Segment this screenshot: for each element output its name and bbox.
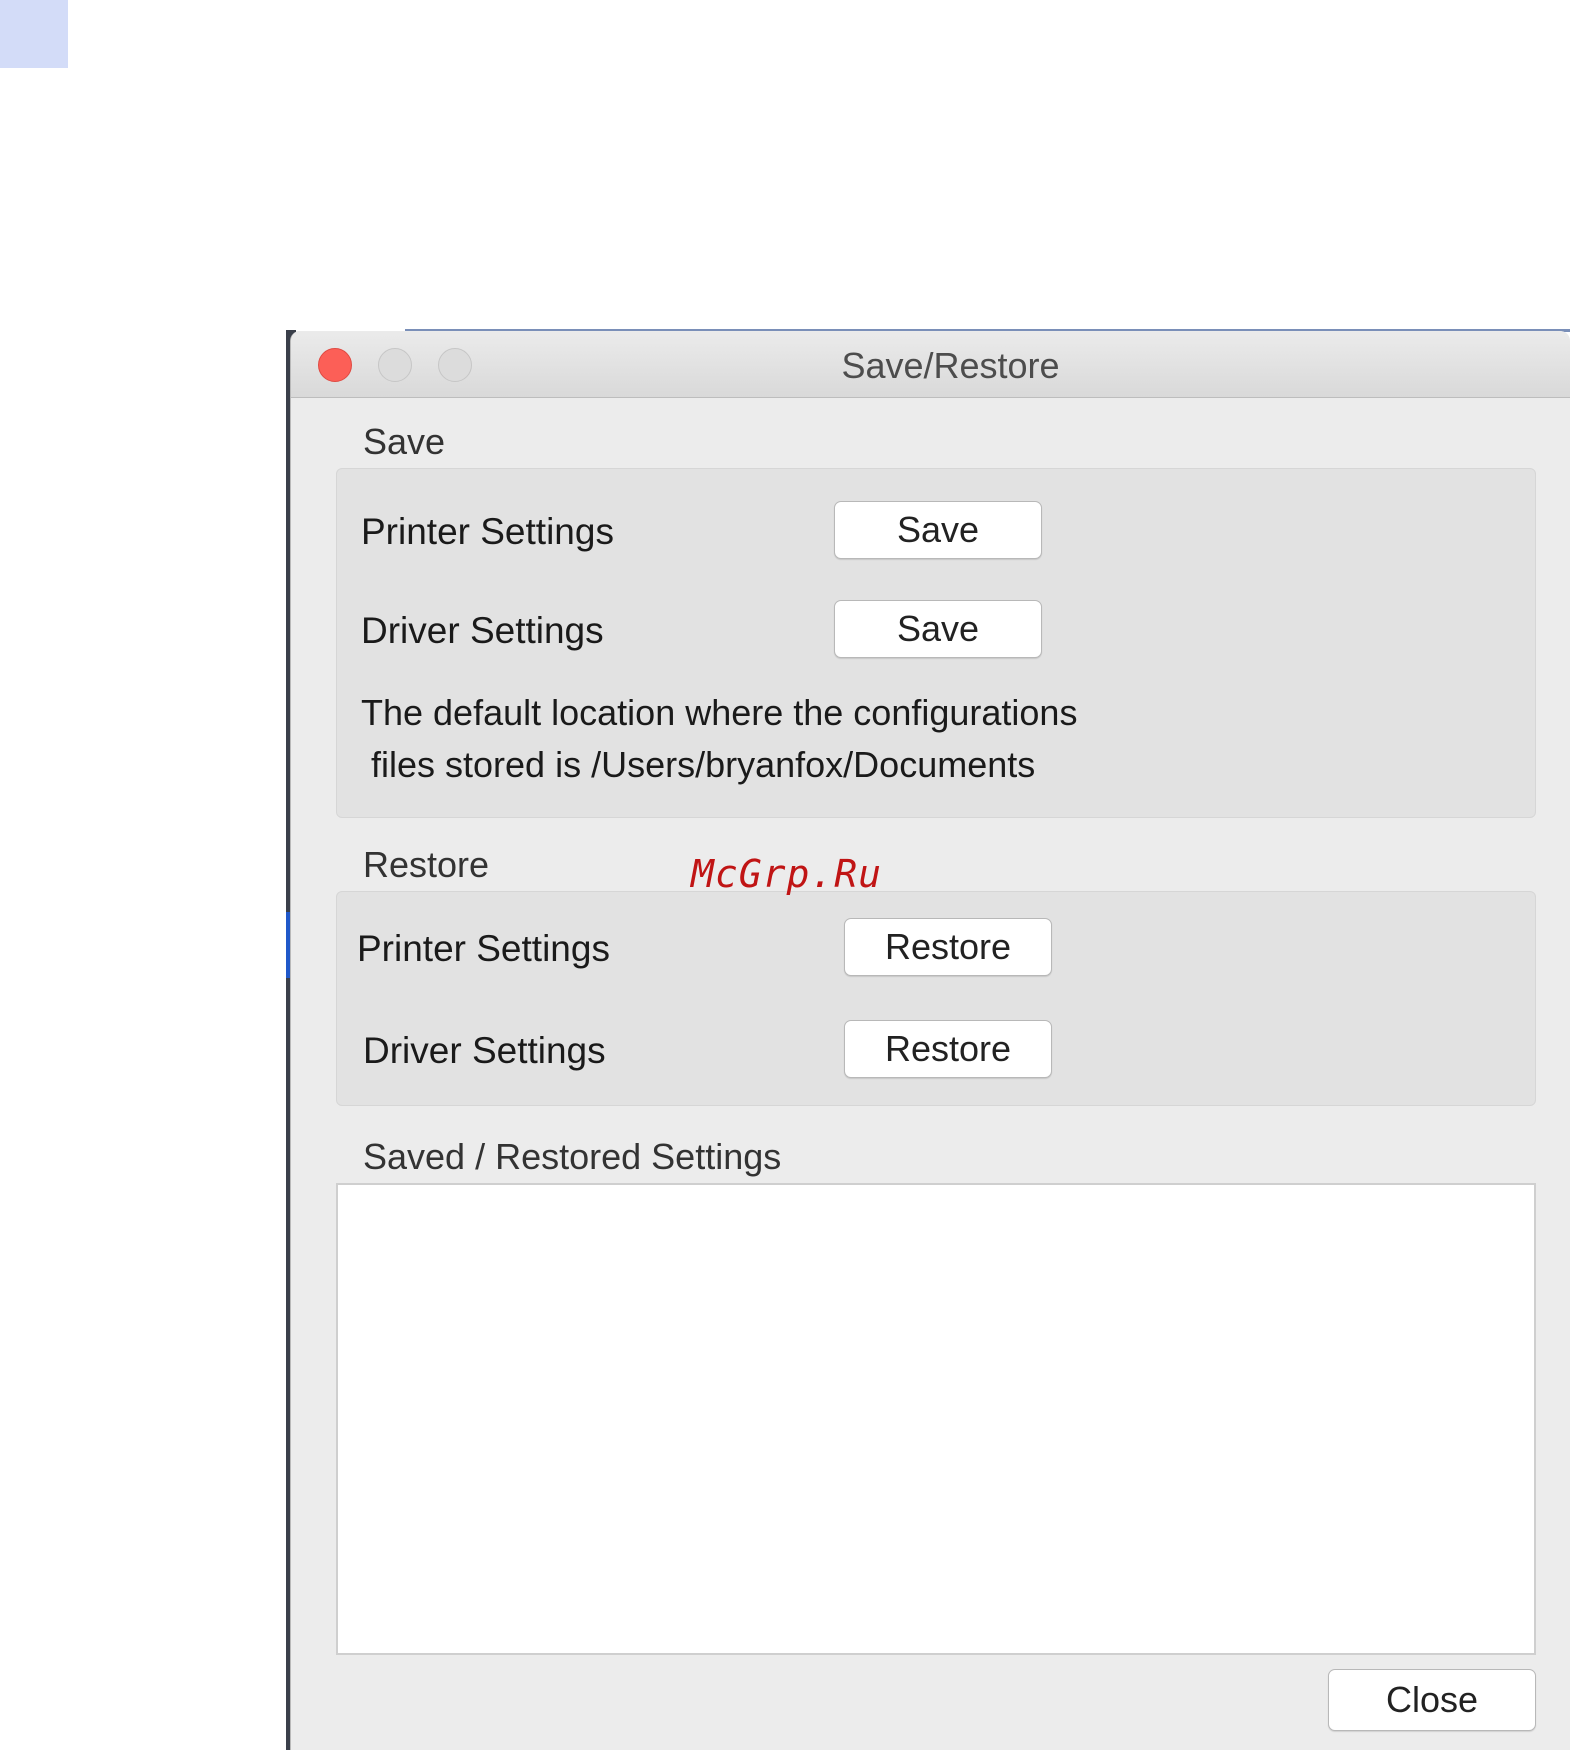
save-printer-settings-label: Printer Settings [361,511,614,552]
note-line-2: files stored is /Users/bryanfox/Document… [371,744,1036,785]
save-driver-settings-label: Driver Settings [361,610,604,651]
restore-group: Printer Settings Restore Driver Settings… [336,891,1536,1106]
page: Save/Restore Save Printer Settings Save … [0,0,1570,1750]
save-driver-settings-button[interactable]: Save [834,600,1042,658]
title-bar[interactable]: Save/Restore [291,331,1570,398]
save-printer-settings-button[interactable]: Save [834,501,1042,559]
restore-printer-settings-button[interactable]: Restore [844,918,1052,976]
save-group: Printer Settings Save Driver Settings Sa… [336,468,1536,818]
saved-restored-settings-log[interactable] [336,1183,1536,1655]
save-section-label: Save [363,421,446,462]
watermark: McGrp.Ru [691,852,883,896]
note-line-1: The default location where the configura… [361,692,1078,733]
log-section-label: Saved / Restored Settings [363,1136,782,1177]
corner-block [0,0,68,68]
restore-printer-settings-label: Printer Settings [357,928,610,969]
restore-section-label: Restore [363,844,490,885]
window-title: Save/Restore [841,345,1060,386]
close-button[interactable]: Close [1328,1669,1536,1731]
restore-driver-settings-label: Driver Settings [363,1030,606,1071]
save-restore-dialog: Save/Restore Save Printer Settings Save … [290,331,1570,1750]
default-location-note: The default location where the configura… [361,687,1077,791]
restore-driver-settings-button[interactable]: Restore [844,1020,1052,1078]
